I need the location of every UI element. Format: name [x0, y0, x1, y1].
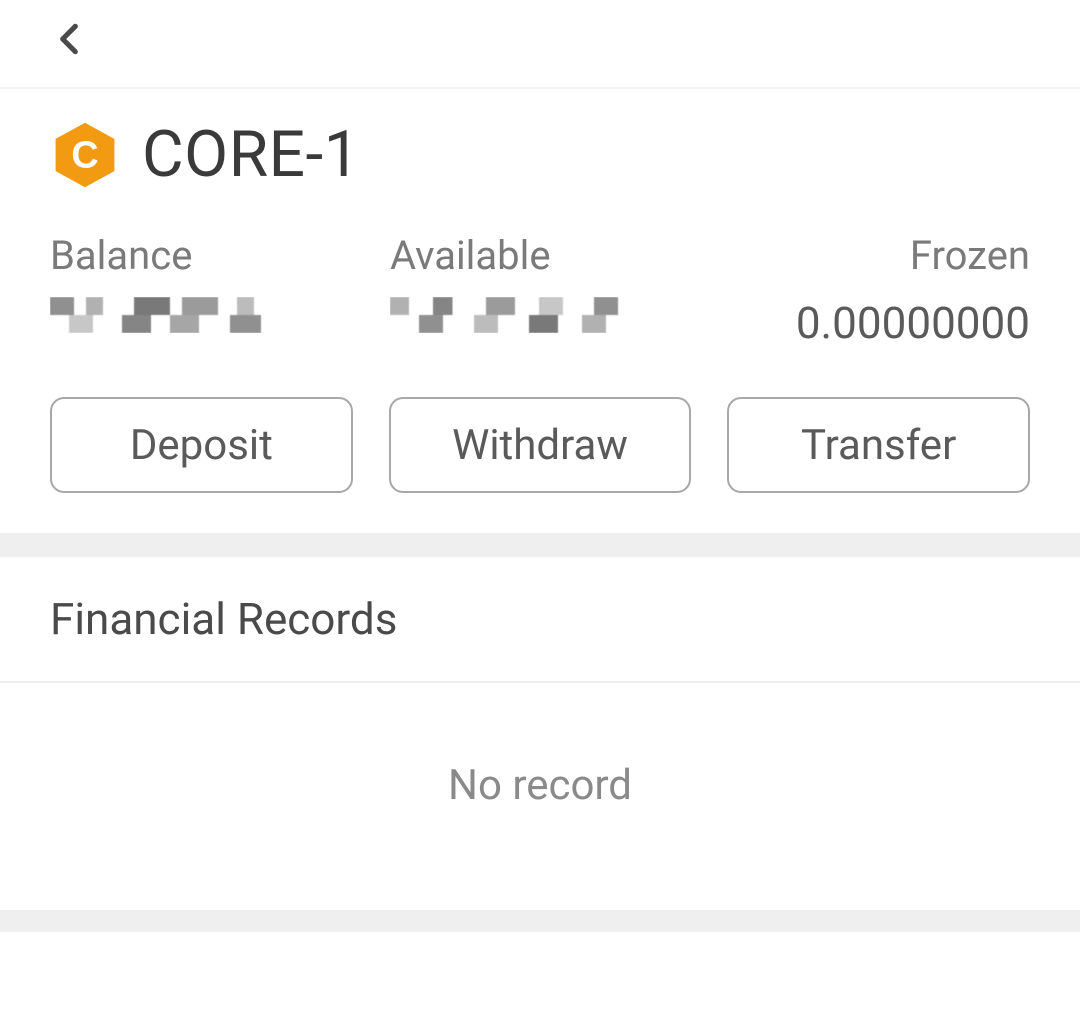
balance-label: Balance [50, 232, 192, 279]
balances-row: Balance Available Frozen 0.00000000 [50, 232, 1030, 349]
svg-text:C: C [71, 134, 98, 176]
bottom-divider [0, 910, 1080, 932]
transfer-button[interactable]: Transfer [727, 397, 1030, 493]
balance-column: Balance [50, 232, 370, 349]
asset-section: C CORE-1 Balance Available Frozen 0.0000… [0, 89, 1080, 533]
frozen-value: 0.00000000 [796, 297, 1030, 349]
withdraw-button[interactable]: Withdraw [389, 397, 692, 493]
records-title: Financial Records [50, 593, 1030, 681]
back-icon[interactable] [50, 20, 88, 58]
asset-name: CORE-1 [142, 117, 360, 192]
frozen-label: Frozen [910, 232, 1030, 279]
records-section: Financial Records No record [0, 557, 1080, 910]
available-column: Available [370, 232, 710, 349]
section-divider [0, 533, 1080, 557]
asset-header: C CORE-1 [50, 117, 1030, 192]
no-record-text: No record [448, 761, 632, 810]
available-label: Available [390, 232, 551, 279]
header-bar [0, 0, 1080, 87]
no-record-area: No record [50, 683, 1030, 910]
deposit-button[interactable]: Deposit [50, 397, 353, 493]
frozen-column: Frozen 0.00000000 [710, 232, 1030, 349]
available-value-redacted [390, 297, 630, 333]
balance-value-redacted [50, 297, 290, 333]
core-hexagon-icon: C [50, 120, 120, 190]
actions-row: Deposit Withdraw Transfer [50, 397, 1030, 493]
